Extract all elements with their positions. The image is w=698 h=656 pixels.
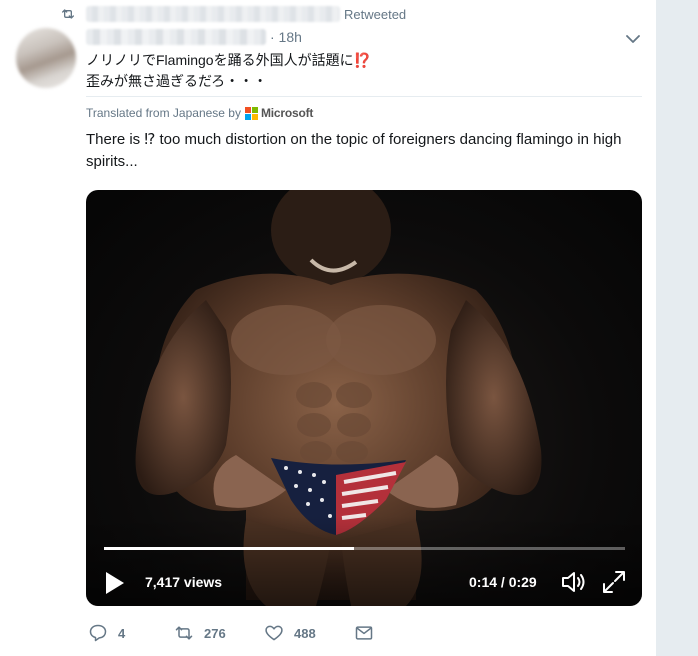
reply-count: 4 [118,625,126,641]
interrobang-emoji: ⁉️ [353,52,372,68]
avatar[interactable] [16,28,76,88]
translated-text: There is ⁉ too much distortion on the to… [86,131,622,170]
like-button[interactable]: 488 [264,622,316,644]
microsoft-logo [244,106,258,120]
video-controls-shade [86,516,642,606]
like-icon [265,625,283,641]
retweet-count: 276 [204,625,226,641]
tweet-text-line2: 歪みが無さ過ぎるだろ・・・ [86,73,268,89]
retweet-icon [62,9,74,19]
author-name-redacted[interactable] [86,29,266,45]
volume-icon[interactable] [560,570,588,594]
fullscreen-icon[interactable] [601,569,627,595]
retweet-icon [175,626,193,640]
reply-icon [89,624,107,642]
translation-attribution: Translated from Japanese by Microsoft [86,106,313,120]
retweet-button[interactable]: 276 [174,622,226,644]
video-player[interactable]: 7,417 views 0:14 / 0:29 [86,190,642,606]
video-progress-fill [104,547,355,550]
translated-from-label: Translated from Japanese by [86,106,241,120]
direct-message-button[interactable] [354,622,374,644]
play-icon[interactable] [102,570,126,596]
tweet-timestamp[interactable]: · 18h [270,29,302,45]
tweet-text: ノリノリでFlamingoを踊る外国人が話題に⁉️ 歪みが無さ過ぎるだろ・・・ [86,50,626,92]
caret-down-icon[interactable] [624,32,642,46]
retweeter-name-redacted[interactable] [86,6,340,22]
video-time: 0:14 / 0:29 [469,574,537,590]
translator-name[interactable]: Microsoft [261,106,313,120]
video-view-count: 7,417 views [145,574,223,590]
retweeted-label: Retweeted [344,7,407,22]
reply-button[interactable]: 4 [88,622,125,644]
video-progress-bar[interactable] [104,547,625,550]
translation-divider [86,96,642,97]
like-count: 488 [294,625,316,641]
tweet-card[interactable]: Retweeted · 18h ノリノリでFlamingoを踊る外国人が話題に⁉… [0,0,657,656]
tweet-text-line1: ノリノリでFlamingoを踊る外国人が話題に [86,52,354,68]
direct-message-icon [355,626,373,640]
tweet-actions: 4 276 488 [86,622,642,646]
